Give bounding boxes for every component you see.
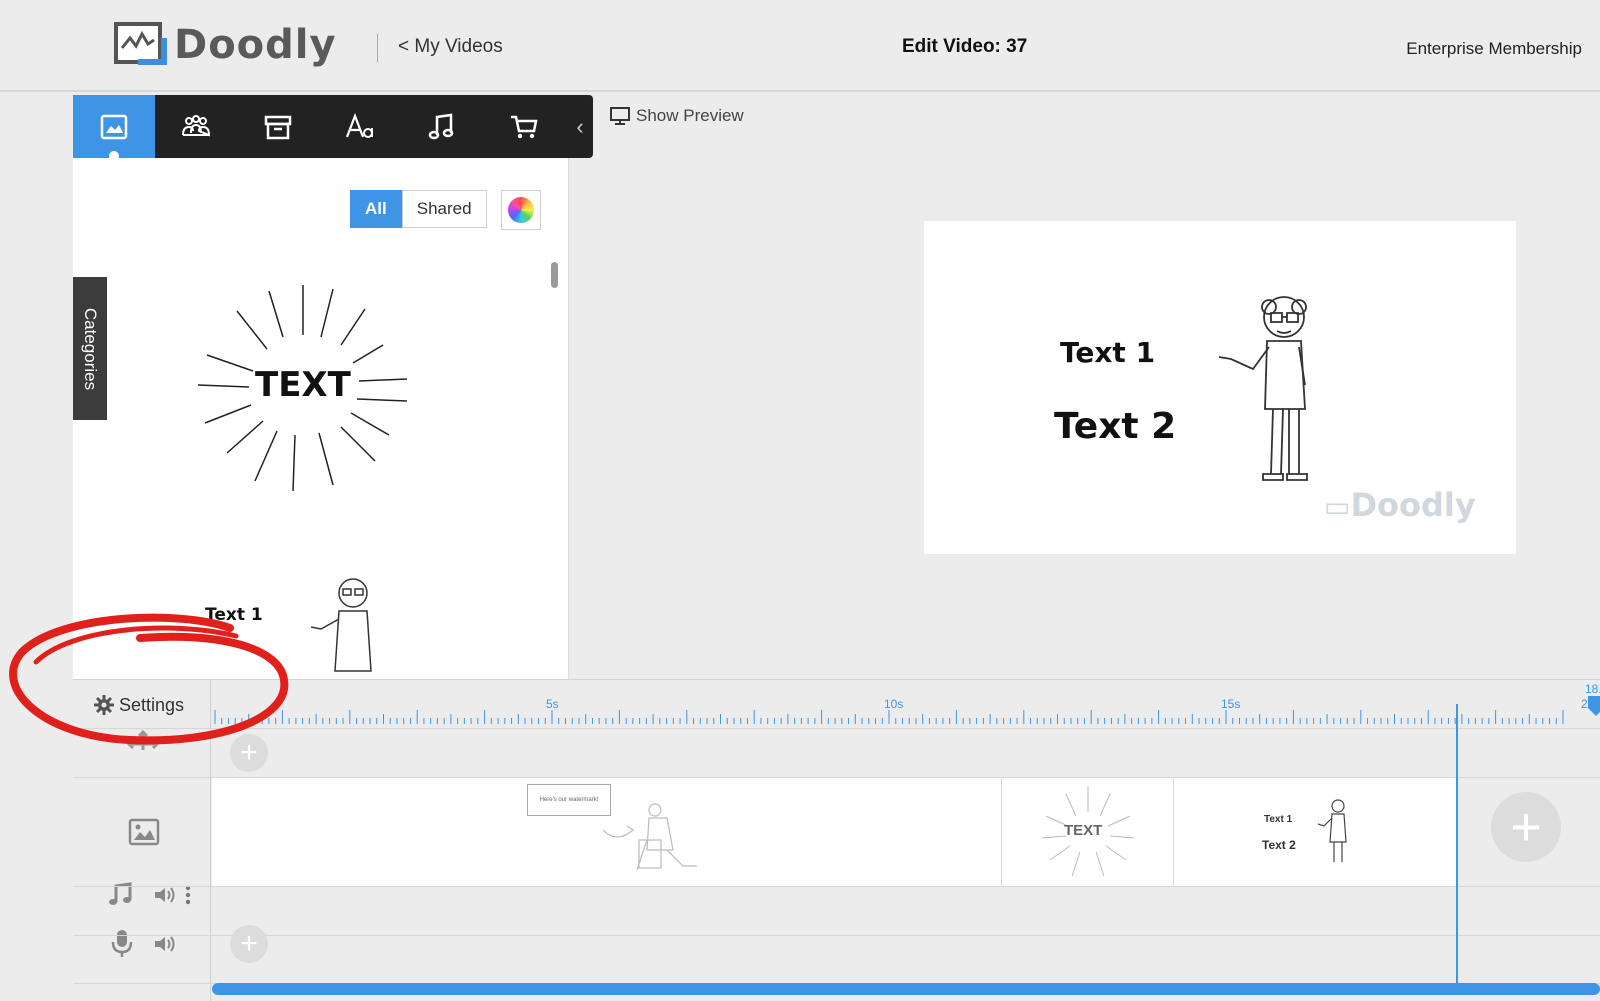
- old-man-character-thumb: [310, 578, 372, 672]
- doodly-logo[interactable]: Doodly: [112, 18, 342, 78]
- playhead-time: 18.05s: [1585, 682, 1600, 696]
- move-icon: [127, 730, 159, 750]
- library-item-text-character[interactable]: Text 1: [203, 565, 403, 679]
- tab-props[interactable]: [237, 95, 319, 158]
- logo-icon: [114, 22, 167, 65]
- add-motion-button[interactable]: +: [230, 734, 268, 772]
- gear-icon: [94, 695, 114, 715]
- cart-icon: [511, 115, 538, 138]
- tab-text[interactable]: [319, 95, 401, 158]
- scene-track: Here's our watermark! TEXT Text 1 Text 2: [212, 778, 1457, 886]
- woman-character-thumb: [602, 803, 697, 870]
- old-man-thumb: [1317, 799, 1347, 862]
- scene-caption-1: Text 1: [1264, 814, 1293, 825]
- old-man-character[interactable]: [1209, 289, 1339, 489]
- asset-toolbar: ‹: [73, 95, 593, 161]
- categories-tab[interactable]: Categories: [73, 277, 107, 420]
- image-track-icon: [128, 818, 160, 846]
- header: Doodly < My Videos Edit Video: 37 Enterp…: [0, 0, 1600, 92]
- library-item-text-burst[interactable]: TEXT: [193, 275, 413, 495]
- tick-label-10s: 10s: [884, 697, 904, 711]
- membership-label: Enterprise Membership: [1406, 39, 1582, 58]
- more-options-icon[interactable]: [185, 885, 191, 905]
- props-icon: [264, 115, 292, 139]
- tick-label-5s: 5s: [546, 697, 559, 711]
- ruler-ticks: [214, 710, 1564, 724]
- canvas-text-2[interactable]: Text 2: [1054, 406, 1176, 447]
- music-icon: [428, 113, 454, 139]
- text-icon: [345, 112, 373, 138]
- tab-music[interactable]: [401, 95, 483, 158]
- header-divider: [377, 34, 378, 62]
- filter-shared-button[interactable]: Shared: [401, 190, 487, 228]
- tab-store[interactable]: [483, 95, 565, 158]
- characters-icon: [182, 114, 211, 136]
- row-divider: [73, 935, 1600, 936]
- scene-text-character[interactable]: Text 1 Text 2: [1174, 778, 1457, 886]
- my-videos-link[interactable]: < My Videos: [398, 36, 503, 58]
- page-title: Edit Video: 37: [902, 36, 1028, 57]
- microphone-icon: [111, 930, 133, 957]
- timeline: Settings 5s 10s 15s 20s 18.05s +: [73, 679, 1600, 1001]
- doodly-watermark: ▭Doodly: [1324, 486, 1476, 524]
- timeline-settings-button[interactable]: Settings: [93, 694, 184, 716]
- tab-characters[interactable]: [155, 95, 237, 158]
- asset-library-panel: ‹ All Shared TEXT Text 1: [73, 95, 593, 679]
- collapse-toolbar-button[interactable]: ‹: [569, 95, 591, 158]
- playhead-line: [1456, 704, 1458, 994]
- add-voiceover-button[interactable]: +: [230, 925, 268, 963]
- filter-all-button[interactable]: All: [350, 190, 402, 228]
- scene-caption-2: Text 2: [1262, 838, 1296, 852]
- app-root: Doodly < My Videos Edit Video: 37 Enterp…: [0, 0, 1600, 1001]
- add-scene-button[interactable]: +: [1491, 792, 1561, 862]
- image-icon: [100, 114, 128, 139]
- color-wheel-icon: [508, 197, 534, 223]
- library-filter: All Shared: [350, 190, 487, 228]
- active-tab-indicator: [109, 151, 119, 161]
- library-scrollbar[interactable]: [551, 262, 558, 288]
- music-track-icon: [109, 882, 132, 905]
- logo-text: Doodly: [174, 22, 337, 68]
- row-divider: [73, 886, 1600, 887]
- thumb-text-label: TEXT: [255, 365, 351, 405]
- timeline-ruler[interactable]: 5s 10s 15s 20s 18.05s: [212, 680, 1600, 728]
- show-preview-button[interactable]: Show Preview: [610, 106, 744, 126]
- timeline-scrollbar[interactable]: [212, 983, 1600, 995]
- thumb2-text-label: Text 1: [205, 605, 263, 625]
- tab-images[interactable]: [73, 95, 155, 161]
- color-filter-button[interactable]: [501, 190, 541, 230]
- tick-label-15s: 15s: [1221, 697, 1241, 711]
- canvas-text-1[interactable]: Text 1: [1060, 336, 1155, 369]
- volume-icon[interactable]: [153, 885, 177, 905]
- scene-canvas[interactable]: Text 1 Text 2 ▭Doodly: [924, 221, 1516, 554]
- ruler-divider: [73, 728, 1600, 729]
- monitor-icon: [610, 107, 630, 125]
- scene-caption: TEXT: [1064, 822, 1103, 839]
- voice-volume-icon[interactable]: [153, 934, 177, 954]
- scene-text-burst[interactable]: TEXT: [1002, 778, 1174, 886]
- scene-watermark[interactable]: Here's our watermark!: [212, 778, 1002, 886]
